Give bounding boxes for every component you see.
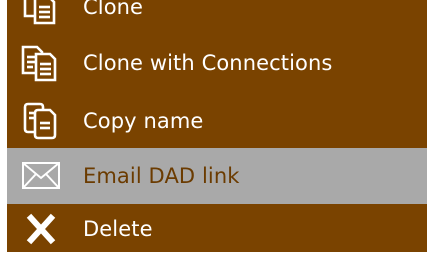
menu-item-clone[interactable]: Clone	[7, 0, 427, 35]
envelope-icon	[19, 156, 63, 196]
menu-item-clone-with-connections[interactable]: Clone with Connections	[7, 35, 427, 91]
copy-name-icon	[19, 101, 63, 141]
context-menu: Clone Clone with Connections Copy name E…	[7, 0, 427, 252]
menu-item-label: Clone with Connections	[83, 51, 333, 75]
menu-item-copy-name[interactable]: Copy name	[7, 93, 427, 149]
menu-item-label: Delete	[83, 217, 153, 241]
menu-item-email-dad-link[interactable]: Email DAD link	[7, 148, 427, 204]
menu-item-label: Clone	[83, 0, 144, 19]
menu-bottom-edge	[7, 252, 427, 259]
menu-item-label: Copy name	[83, 109, 204, 133]
menu-item-label: Email DAD link	[83, 164, 240, 188]
clone-icon	[19, 0, 63, 27]
delete-x-icon	[19, 209, 63, 249]
menu-item-delete[interactable]: Delete	[7, 206, 427, 252]
clone-with-connections-icon	[19, 43, 63, 83]
